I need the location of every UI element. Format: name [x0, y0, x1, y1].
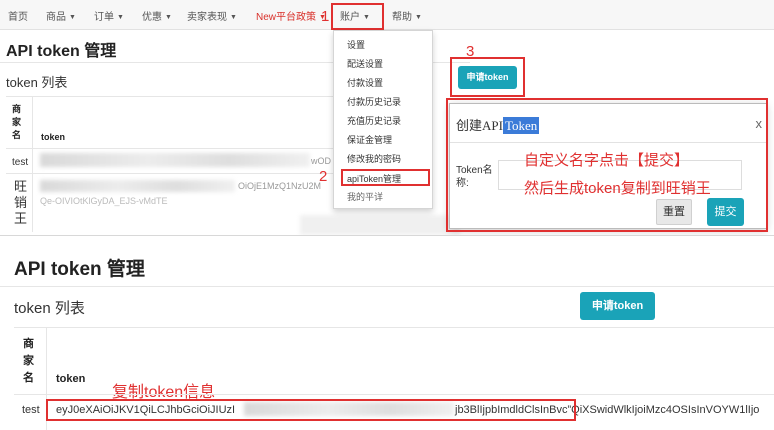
- menu-item-recharge-history[interactable]: 充值历史记录: [347, 114, 401, 127]
- token-header-zoomed: token: [56, 373, 86, 385]
- row-2-merchant: 旺 销 王: [14, 179, 28, 226]
- table-top-border-zoomed: [14, 327, 774, 328]
- table-column-divider: [32, 96, 33, 232]
- menu-item-change-password[interactable]: 修改我的密码: [347, 152, 401, 165]
- dialog-highlight-box: [446, 98, 768, 232]
- nav-new-policy-label: New平台政策: [256, 12, 317, 23]
- table-header-border: [6, 148, 336, 149]
- token-list-heading: token 列表: [6, 75, 68, 90]
- menu-item-shipping-settings[interactable]: 配送设置: [347, 57, 383, 70]
- merchant-name-header: 商 家 名: [12, 104, 22, 140]
- step-1-number: 1: [321, 8, 330, 25]
- nav-new-policy[interactable]: New平台政策 ▼: [256, 8, 326, 23]
- account-highlight-box: [331, 3, 384, 30]
- menu-item-deposit-management[interactable]: 保证金管理: [347, 133, 392, 146]
- page-title-zoomed: API token 管理: [14, 259, 145, 280]
- nav-orders-label: 订单: [94, 12, 114, 23]
- row-2-token-fragment-2: Qe-OIVIOtKlGyDA_EJS-vMdTE: [40, 196, 168, 206]
- nav-seller-performance[interactable]: 卖家表现 ▼: [187, 8, 237, 23]
- nav-help-label: 帮助: [392, 12, 412, 23]
- api-token-menu-highlight-box: [341, 169, 430, 186]
- nav-home[interactable]: 首页: [8, 8, 28, 23]
- nav-help[interactable]: 帮助 ▼: [392, 8, 422, 23]
- token-highlight-box: [46, 399, 576, 421]
- redacted-token-2: [40, 180, 235, 192]
- table-header-border-zoomed: [14, 394, 774, 395]
- nav-promotions-label: 优惠: [142, 12, 162, 23]
- nav-products-label: 商品: [46, 12, 66, 23]
- table-top-border: [6, 96, 336, 97]
- nav-products[interactable]: 商品 ▼: [46, 8, 76, 23]
- apply-token-button[interactable]: 申请token: [458, 66, 517, 89]
- menu-item-payment-settings[interactable]: 付款设置: [347, 76, 383, 89]
- redacted-area: [300, 215, 460, 235]
- menu-item-my-detail[interactable]: 我的平详: [347, 190, 383, 203]
- page-title: API token 管理: [6, 43, 117, 60]
- nav-promotions[interactable]: 优惠 ▼: [142, 8, 172, 23]
- chevron-down-icon: ▼: [117, 13, 124, 21]
- panel-divider: [0, 235, 774, 241]
- nav-seller-performance-label: 卖家表现: [187, 12, 227, 23]
- step-2-number: 2: [319, 168, 328, 185]
- row-divider: [6, 173, 336, 174]
- token-list-heading-zoomed: token 列表: [14, 300, 85, 317]
- menu-item-payment-history[interactable]: 付款历史记录: [347, 95, 401, 108]
- token-header: token: [41, 132, 66, 142]
- chevron-down-icon: ▼: [69, 13, 76, 21]
- merchant-name-header-zoomed: 商 家 名: [23, 338, 34, 384]
- row-1-token-fragment: wOD: [311, 156, 331, 166]
- title-divider-zoomed: [0, 286, 774, 287]
- apply-token-button-zoomed[interactable]: 申请token: [580, 292, 655, 320]
- chevron-down-icon: ▼: [415, 13, 422, 21]
- menu-item-settings[interactable]: 设置: [347, 38, 365, 51]
- chevron-down-icon: ▼: [165, 13, 172, 21]
- row-merchant-zoomed: test: [22, 404, 40, 416]
- redacted-token-1: [40, 153, 310, 167]
- row-1-merchant: test: [12, 157, 29, 168]
- row-2-token-fragment: OiOjE1MzQ1NzU2M: [238, 181, 322, 191]
- nav-orders[interactable]: 订单 ▼: [94, 8, 124, 23]
- chevron-down-icon: ▼: [230, 13, 237, 21]
